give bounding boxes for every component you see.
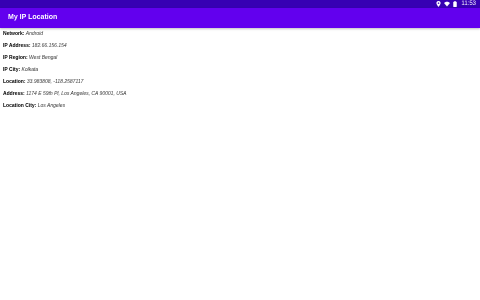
status-icons: 11:53 [436, 0, 476, 8]
address-value: 1174 E 59th Pl, Los Angeles, CA 90001, U… [26, 91, 127, 97]
ip-city-label: IP City: [3, 67, 21, 73]
network-value: Android [25, 31, 44, 37]
location-label: Location: [3, 79, 26, 85]
ip-address-label: IP Address: [3, 43, 31, 49]
network-label: Network: [3, 31, 25, 37]
location-row: Location: 33.983808, -118.2587117 [3, 79, 127, 85]
app-bar: My IP Location [0, 8, 480, 28]
battery-icon [453, 1, 458, 7]
ip-info-list: Network: Android IP Address: 182.66.156.… [3, 31, 127, 115]
ip-region-label: IP Region: [3, 55, 28, 61]
location-city-label: Location City: [3, 103, 37, 109]
ip-city-row: IP City: Kolkata [3, 67, 127, 73]
address-row: Address: 1174 E 59th Pl, Los Angeles, CA… [3, 91, 127, 97]
ip-region-row: IP Region: West Bengal [3, 55, 127, 61]
ip-city-value: Kolkata [21, 67, 39, 73]
ip-address-row: IP Address: 182.66.156.154 [3, 43, 127, 49]
ip-address-value: 182.66.156.154 [31, 43, 67, 49]
address-label: Address: [3, 91, 25, 97]
status-clock: 11:53 [461, 1, 476, 7]
wifi-icon [444, 1, 451, 7]
ip-region-value: West Bengal [29, 55, 58, 61]
status-bar: 11:53 [0, 0, 480, 8]
location-city-row: Location City: Los Angeles [3, 103, 127, 109]
app-title: My IP Location [8, 14, 58, 21]
location-value: 33.983808, -118.2587117 [26, 79, 84, 85]
location-icon [436, 1, 442, 7]
network-row: Network: Android [3, 31, 127, 37]
location-city-value: Los Angeles [37, 103, 66, 109]
